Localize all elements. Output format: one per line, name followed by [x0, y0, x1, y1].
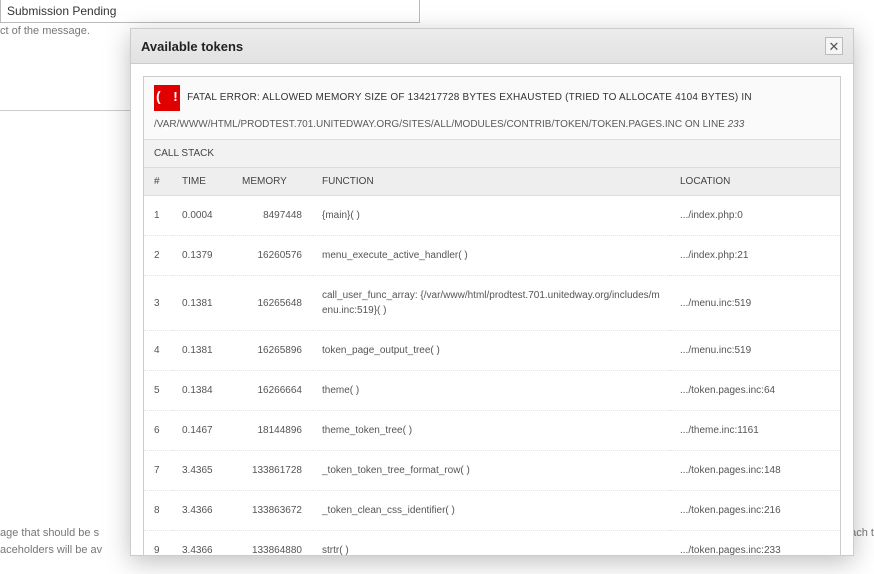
cell-memory: 133864880 [232, 531, 312, 556]
available-tokens-dialog: Available tokens ✕ ( ! ) FATAL ERROR: AL… [130, 28, 854, 556]
table-row: 40.138116265896token_page_output_tree( )… [144, 331, 840, 371]
error-header: ( ! ) FATAL ERROR: ALLOWED MEMORY SIZE O… [144, 77, 840, 140]
cell-function: {main}( ) [312, 196, 670, 236]
cell-index: 9 [144, 531, 172, 556]
dialog-titlebar[interactable]: Available tokens ✕ [131, 29, 853, 64]
cell-location: .../theme.inc:1161 [670, 411, 840, 451]
cell-index: 4 [144, 331, 172, 371]
cell-time: 3.4366 [172, 531, 232, 556]
cell-memory: 8497448 [232, 196, 312, 236]
error-icon: ( ! ) [154, 85, 180, 111]
cell-time: 0.1381 [172, 331, 232, 371]
cell-location: .../token.pages.inc:148 [670, 451, 840, 491]
help-text-fragment: ct of the message. [0, 22, 90, 40]
col-header-function: FUNCTION [312, 168, 670, 196]
cell-index: 3 [144, 276, 172, 331]
error-path: /VAR/WWW/HTML/PRODTEST.701.UNITEDWAY.ORG… [154, 117, 830, 133]
table-row: 20.137916260576menu_execute_active_handl… [144, 236, 840, 276]
close-icon[interactable]: ✕ [825, 37, 843, 55]
callstack-header-row: # TIME MEMORY FUNCTION LOCATION [144, 168, 840, 196]
cell-index: 2 [144, 236, 172, 276]
bottom-help-line2: aceholders will be av [0, 544, 102, 556]
cell-index: 1 [144, 196, 172, 236]
cell-function: token_page_output_tree( ) [312, 331, 670, 371]
cell-time: 3.4365 [172, 451, 232, 491]
col-header-location: LOCATION [670, 168, 840, 196]
cell-memory: 16260576 [232, 236, 312, 276]
cell-index: 6 [144, 411, 172, 451]
cell-time: 0.1467 [172, 411, 232, 451]
cell-index: 5 [144, 371, 172, 411]
callstack-table: # TIME MEMORY FUNCTION LOCATION 10.00048… [144, 168, 840, 555]
cell-memory: 133863672 [232, 491, 312, 531]
cell-location: .../token.pages.inc:64 [670, 371, 840, 411]
callstack-heading: CALL STACK [144, 140, 840, 168]
cell-memory: 16266664 [232, 371, 312, 411]
error-line-number: 233 [728, 119, 745, 130]
cell-time: 0.1379 [172, 236, 232, 276]
bottom-help-line1: age that should be s [0, 527, 99, 539]
table-row: 93.4366133864880strtr( ).../token.pages.… [144, 531, 840, 556]
cell-time: 3.4366 [172, 491, 232, 531]
col-header-memory: MEMORY [232, 168, 312, 196]
cell-function: call_user_func_array: {/var/www/html/pro… [312, 276, 670, 331]
cell-time: 0.1381 [172, 276, 232, 331]
cell-time: 0.1384 [172, 371, 232, 411]
error-file-path: /VAR/WWW/HTML/PRODTEST.701.UNITEDWAY.ORG… [154, 119, 725, 130]
table-row: 83.4366133863672_token_clean_css_identif… [144, 491, 840, 531]
cell-index: 8 [144, 491, 172, 531]
col-header-time: TIME [172, 168, 232, 196]
dialog-title: Available tokens [141, 39, 243, 54]
cell-location: .../menu.inc:519 [670, 331, 840, 371]
cell-location: .../menu.inc:519 [670, 276, 840, 331]
cell-function: _token_clean_css_identifier( ) [312, 491, 670, 531]
cell-memory: 18144896 [232, 411, 312, 451]
table-row: 60.146718144896theme_token_tree( ).../th… [144, 411, 840, 451]
cell-memory: 16265648 [232, 276, 312, 331]
dialog-body[interactable]: ( ! ) FATAL ERROR: ALLOWED MEMORY SIZE O… [131, 64, 853, 555]
error-message: FATAL ERROR: ALLOWED MEMORY SIZE OF 1342… [187, 92, 752, 103]
table-row: 73.4365133861728_token_token_tree_format… [144, 451, 840, 491]
col-header-index: # [144, 168, 172, 196]
cell-function: menu_execute_active_handler( ) [312, 236, 670, 276]
cell-memory: 16265896 [232, 331, 312, 371]
field-label-submission-pending: Submission Pending [0, 0, 420, 23]
cell-function: strtr( ) [312, 531, 670, 556]
cell-function: theme( ) [312, 371, 670, 411]
table-row: 10.00048497448{main}( ).../index.php:0 [144, 196, 840, 236]
table-row: 50.138416266664theme( ).../token.pages.i… [144, 371, 840, 411]
xdebug-error-panel: ( ! ) FATAL ERROR: ALLOWED MEMORY SIZE O… [143, 76, 841, 555]
cell-location: .../index.php:21 [670, 236, 840, 276]
cell-location: .../token.pages.inc:233 [670, 531, 840, 556]
cell-location: .../index.php:0 [670, 196, 840, 236]
cell-memory: 133861728 [232, 451, 312, 491]
cell-time: 0.0004 [172, 196, 232, 236]
cell-function: _token_token_tree_format_row( ) [312, 451, 670, 491]
cell-index: 7 [144, 451, 172, 491]
cell-function: theme_token_tree( ) [312, 411, 670, 451]
cell-location: .../token.pages.inc:216 [670, 491, 840, 531]
table-row: 30.138116265648call_user_func_array: {/v… [144, 276, 840, 331]
